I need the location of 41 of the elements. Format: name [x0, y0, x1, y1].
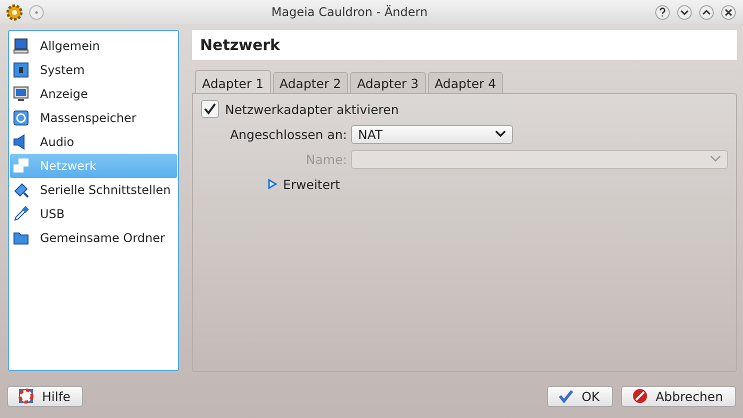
sidebar-item[interactable]: Allgemein — [10, 34, 177, 58]
network-icon — [13, 158, 29, 174]
disk-icon — [13, 110, 29, 126]
attachment-dropdown[interactable]: NAT — [351, 124, 513, 144]
sidebar-item[interactable]: Gemeinsame Ordner — [10, 226, 177, 250]
sidebar-item[interactable]: Massenspeicher — [10, 106, 177, 130]
sidebar-item[interactable]: Serielle Schnittstellen — [10, 178, 177, 202]
gear-icon[interactable] — [6, 4, 23, 20]
sidebar-item[interactable]: Audio — [10, 130, 177, 154]
field-label: Name: — [304, 152, 347, 166]
checkbox[interactable] — [201, 100, 219, 118]
usb-icon — [13, 206, 29, 222]
ok-button[interactable]: OK — [546, 386, 613, 406]
tab[interactable]: Adapter 2 — [272, 72, 348, 93]
chevron-down-icon — [495, 130, 506, 138]
cancel-button[interactable]: Abbrechen — [620, 386, 736, 406]
display-icon — [13, 86, 29, 102]
help-icon[interactable] — [654, 4, 671, 20]
tab[interactable]: Adapter 1 — [195, 70, 271, 93]
monitor-icon — [13, 38, 29, 54]
help-button[interactable]: Hilfe — [7, 386, 84, 406]
folder-icon — [13, 230, 29, 246]
window-title: Mageia Cauldron - Ändern — [270, 5, 429, 19]
sidebar-item[interactable]: System — [10, 58, 177, 82]
checkbox-label: Netzwerkadapter aktivieren — [225, 102, 399, 116]
minimize-icon[interactable] — [676, 4, 693, 20]
cancel-icon — [632, 388, 648, 404]
tab[interactable]: Adapter 3 — [350, 72, 426, 93]
close-icon[interactable] — [720, 4, 737, 20]
page-title: Netzwerk — [200, 36, 280, 54]
sidebar-item[interactable]: Anzeige — [10, 82, 177, 106]
triangle-icon — [267, 179, 277, 189]
chip-icon — [13, 62, 29, 78]
chevron-down-icon — [710, 155, 721, 163]
tab[interactable]: Adapter 4 — [428, 72, 504, 93]
sidebar-item[interactable]: USB — [10, 202, 177, 226]
field-label: Angeschlossen an: — [229, 126, 347, 142]
lifebuoy-icon — [18, 388, 34, 404]
advanced-toggle[interactable]: Erweitert — [201, 174, 728, 194]
checkmark-icon — [558, 388, 574, 404]
maximize-icon[interactable] — [698, 4, 715, 20]
